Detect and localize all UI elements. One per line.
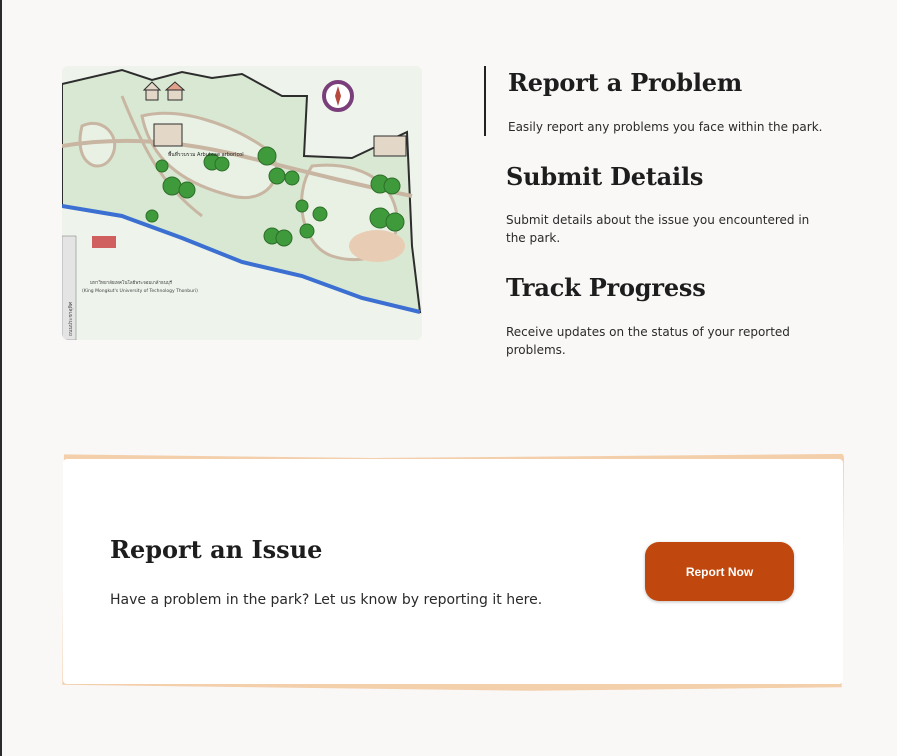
feature-title-submit: Submit Details [506,162,704,191]
feature-desc-track: Receive updates on the status of your re… [506,325,790,357]
feature-desc-report: Easily report any problems you face with… [508,120,823,134]
feature-title-report: Report a Problem [508,68,743,97]
feature-title-track: Track Progress [506,273,706,302]
feature-desc-submit: Submit details about the issue you encou… [506,213,810,245]
report-issue-section: Report an Issue Have a problem in the pa… [60,452,844,692]
map-label-university: มหาวิทยาลัยเทคโนโลยีพระจอมเกล้าธนบุรี [90,279,173,286]
report-issue-title: Report an Issue [110,535,323,564]
park-map-image: พื้นที่รวบรวม Arbuteae arboricol มหาวิทย… [62,66,422,340]
report-issue-card: Report an Issue Have a problem in the pa… [63,459,843,684]
left-border-line [0,0,2,756]
map-label-road: ถนนประชาอุทิศ [67,301,74,336]
feature-divider [484,66,486,136]
report-issue-description: Have a problem in the park? Let us know … [110,592,543,608]
map-label-university-en: (King Mongkut's University of Technology… [82,288,198,294]
report-now-button[interactable]: Report Now [645,542,794,601]
